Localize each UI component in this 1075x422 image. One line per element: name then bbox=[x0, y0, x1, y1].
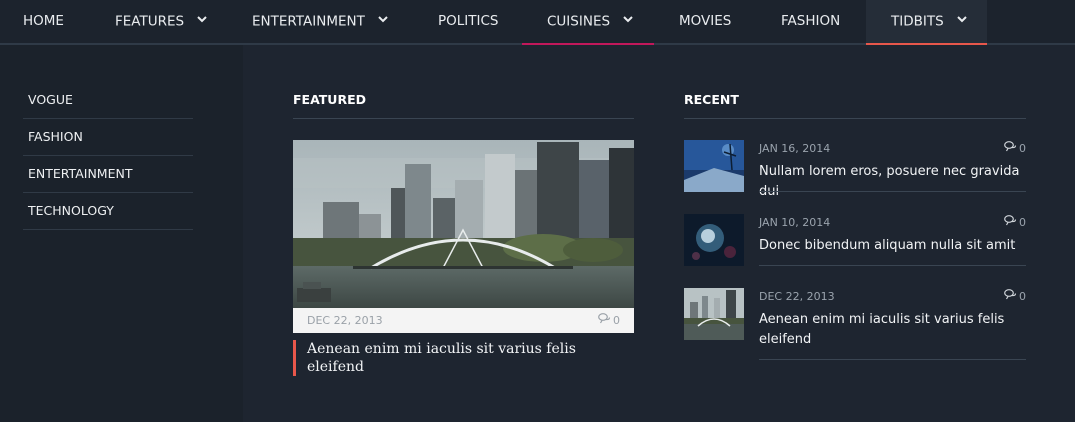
featured-post-date: DEC 22, 2013 bbox=[307, 314, 383, 327]
comment-count: 0 bbox=[613, 314, 620, 327]
featured-post-title[interactable]: Aenean enim mi iaculis sit varius felis … bbox=[293, 340, 634, 376]
recent-post-date: DEC 22, 2013 bbox=[759, 290, 835, 303]
recent-post-divider bbox=[759, 191, 1026, 192]
recent-post-title[interactable]: Aenean enim mi iaculis sit varius felis … bbox=[759, 310, 1026, 350]
recent-post-comments[interactable]: 0 bbox=[1004, 215, 1026, 230]
nav-item-label: CUISINES bbox=[547, 13, 611, 30]
recent-post-thumbnail[interactable] bbox=[684, 288, 744, 340]
recent-post: JAN 16, 2014 0 Nullam lorem eros, posuer… bbox=[684, 140, 1026, 199]
nav-item-label: POLITICS bbox=[438, 13, 499, 29]
chevron-down-icon bbox=[957, 0, 967, 41]
nav-item-cuisines[interactable]: CUISINES bbox=[522, 0, 654, 45]
nav-item-label: TIDBITS bbox=[891, 13, 944, 30]
nav-item-tidbits[interactable]: TIDBITS bbox=[866, 0, 987, 45]
nav-item-movies[interactable]: MOVIES bbox=[679, 0, 731, 45]
recent-post-divider bbox=[759, 359, 1026, 360]
chevron-down-icon bbox=[378, 0, 388, 41]
nav-item-label: ENTERTAINMENT bbox=[252, 13, 365, 30]
nav-item-label: HOME bbox=[23, 13, 64, 29]
recent-post-thumbnail[interactable] bbox=[684, 140, 744, 192]
nav-item-label: MOVIES bbox=[679, 13, 732, 29]
sidebar-item-entertainment[interactable]: ENTERTAINMENT bbox=[23, 156, 193, 193]
recent-post: JAN 10, 2014 0 Donec bibendum aliquam nu… bbox=[684, 214, 1026, 268]
recent-post-title[interactable]: Donec bibendum aliquam nulla sit amit bbox=[759, 236, 1026, 256]
recent-post-title[interactable]: Nullam lorem eros, posuere nec gravida d… bbox=[759, 162, 1026, 202]
sidebar-item-vogue[interactable]: VOGUE bbox=[23, 82, 193, 119]
comments-icon bbox=[1004, 215, 1017, 229]
recent-divider bbox=[684, 118, 1026, 119]
nav-item-label: FEATURES bbox=[115, 13, 185, 30]
comments-icon bbox=[1004, 289, 1017, 303]
recent-heading: RECENT bbox=[684, 92, 739, 107]
recent-post-divider bbox=[759, 265, 1026, 266]
sidebar-item-technology[interactable]: TECHNOLOGY bbox=[23, 193, 193, 230]
nav-item-entertainment[interactable]: ENTERTAINMENT bbox=[252, 0, 388, 45]
sidebar-item-label: ENTERTAINMENT bbox=[28, 166, 133, 181]
nav-item-fashion[interactable]: FASHION bbox=[781, 0, 840, 45]
sidebar-item-label: TECHNOLOGY bbox=[28, 203, 114, 218]
sidebar-item-fashion[interactable]: FASHION bbox=[23, 119, 193, 156]
comments-icon bbox=[1004, 141, 1017, 155]
recent-post: DEC 22, 2013 0 Aenean enim mi iaculis si… bbox=[684, 288, 1026, 362]
chevron-down-icon bbox=[197, 0, 208, 41]
recent-post-comments[interactable]: 0 bbox=[1004, 141, 1026, 156]
nav-item-home[interactable]: HOME bbox=[23, 0, 64, 45]
featured-divider bbox=[293, 118, 634, 119]
recent-post-thumbnail[interactable] bbox=[684, 214, 744, 266]
featured-post-comments[interactable]: 0 bbox=[598, 308, 620, 334]
nav-item-features[interactable]: FEATURES bbox=[115, 0, 208, 45]
recent-post-date: JAN 16, 2014 bbox=[759, 142, 831, 155]
chevron-down-icon bbox=[623, 0, 634, 41]
featured-post-meta: DEC 22, 2013 0 bbox=[293, 308, 634, 333]
nav-item-politics[interactable]: POLITICS bbox=[438, 0, 499, 45]
comment-count: 0 bbox=[1019, 290, 1026, 303]
comment-count: 0 bbox=[1019, 216, 1026, 229]
recent-post-date: JAN 10, 2014 bbox=[759, 216, 831, 229]
comment-count: 0 bbox=[1019, 142, 1026, 155]
featured-heading: FEATURED bbox=[293, 92, 366, 107]
nav-item-label: FASHION bbox=[781, 13, 841, 29]
main-navigation: HOME FEATURES ENTERTAINMENT POLITICS CUI… bbox=[0, 0, 1075, 45]
comments-icon bbox=[598, 308, 611, 333]
sidebar-item-label: FASHION bbox=[28, 129, 83, 144]
sidebar-item-label: VOGUE bbox=[28, 92, 73, 107]
recent-post-comments[interactable]: 0 bbox=[1004, 289, 1026, 304]
featured-post-image[interactable] bbox=[293, 140, 634, 308]
